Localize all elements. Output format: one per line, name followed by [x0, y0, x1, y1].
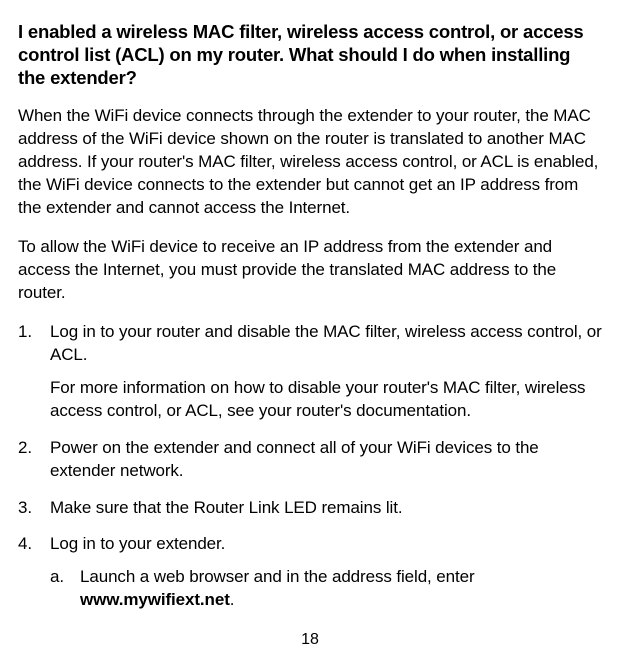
faq-heading: I enabled a wireless MAC filter, wireles…: [18, 20, 602, 89]
step-2-text: Power on the extender and connect all of…: [50, 438, 539, 480]
page-number: 18: [301, 631, 319, 649]
step-1-note: For more information on how to disable y…: [50, 377, 602, 423]
steps-list: Log in to your router and disable the MA…: [18, 321, 602, 612]
step-4: Log in to your extender. Launch a web br…: [18, 533, 602, 612]
step-3-text: Make sure that the Router Link LED remai…: [50, 498, 402, 517]
step-3: Make sure that the Router Link LED remai…: [18, 497, 602, 520]
step-4a-url: www.mywifiext.net: [80, 590, 230, 609]
intro-paragraph-2: To allow the WiFi device to receive an I…: [18, 236, 602, 305]
step-4a: Launch a web browser and in the address …: [50, 566, 602, 612]
step-4a-prefix: Launch a web browser and in the address …: [80, 567, 475, 586]
intro-paragraph-1: When the WiFi device connects through th…: [18, 105, 602, 220]
step-1: Log in to your router and disable the MA…: [18, 321, 602, 423]
step-4-substeps: Launch a web browser and in the address …: [50, 566, 602, 612]
step-4a-suffix: .: [230, 590, 235, 609]
step-2: Power on the extender and connect all of…: [18, 437, 602, 483]
step-1-text: Log in to your router and disable the MA…: [50, 322, 602, 364]
step-4-text: Log in to your extender.: [50, 534, 225, 553]
